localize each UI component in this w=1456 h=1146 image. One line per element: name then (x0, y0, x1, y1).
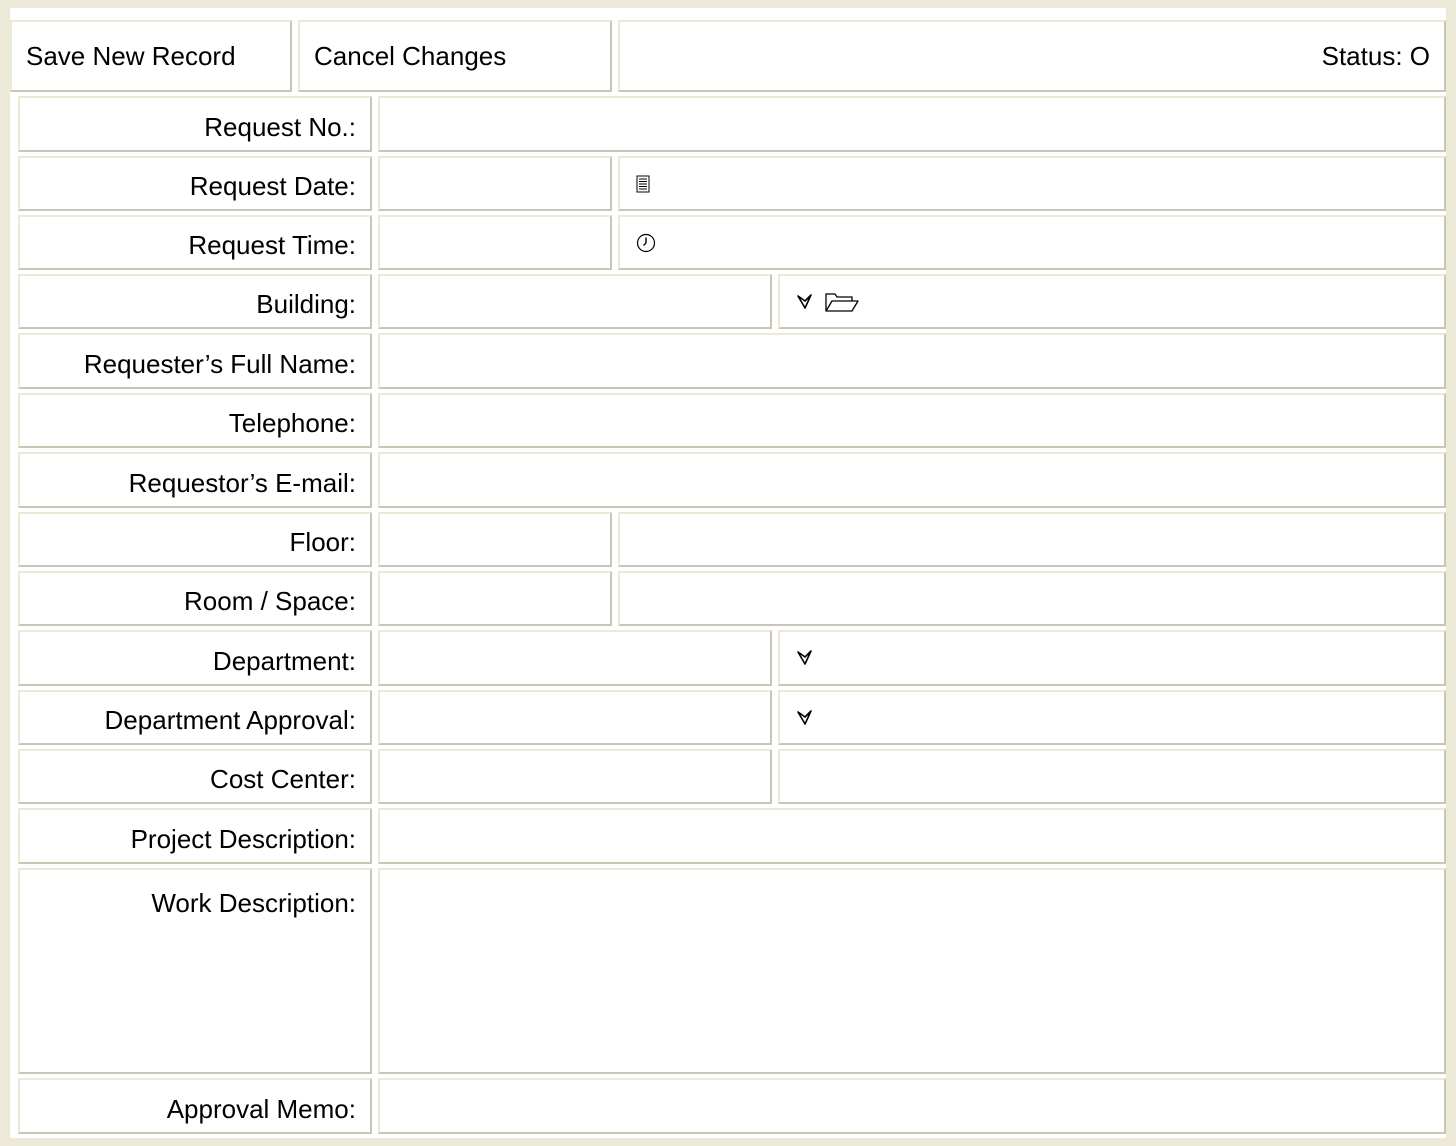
request-no-label: Request No.: (18, 96, 372, 152)
room-description-cell (618, 571, 1446, 626)
building-actions (778, 274, 1446, 329)
requester-name-field[interactable] (380, 335, 1444, 387)
request-time-label: Request Time: (18, 215, 372, 270)
record-form: Save New Record Cancel Changes Status: O… (10, 8, 1446, 1138)
calendar-icon[interactable] (636, 175, 650, 193)
department-approval-actions (778, 690, 1446, 745)
department-approval-label: Department Approval: (18, 690, 372, 745)
telephone-field[interactable] (380, 395, 1444, 446)
project-description-field[interactable] (380, 810, 1444, 862)
request-time-actions (618, 215, 1446, 270)
cost-center-description-cell (778, 749, 1446, 804)
request-date-cell (378, 156, 612, 211)
request-time-field[interactable] (380, 217, 610, 268)
status-indicator: Status: O (618, 20, 1446, 92)
request-date-label: Request Date: (18, 156, 372, 211)
room-cell (378, 571, 612, 626)
department-approval-cell (378, 690, 772, 745)
select-arrow-icon[interactable] (796, 649, 814, 667)
select-arrow-icon[interactable] (796, 709, 814, 727)
cancel-changes-button[interactable]: Cancel Changes (298, 20, 612, 92)
select-arrow-icon[interactable] (796, 293, 814, 311)
approval-memo-field[interactable] (380, 1080, 1444, 1132)
request-time-cell (378, 215, 612, 270)
status-text: Status: O (1321, 40, 1430, 71)
request-no-field[interactable] (380, 98, 1444, 150)
floor-label: Floor: (18, 512, 372, 567)
department-label: Department: (18, 630, 372, 686)
save-new-record-button[interactable]: Save New Record (10, 20, 292, 92)
cost-center-field[interactable] (380, 751, 770, 802)
room-label: Room / Space: (18, 571, 372, 626)
building-cell (378, 274, 772, 329)
project-description-label: Project Description: (18, 808, 372, 864)
project-description-cell (378, 808, 1446, 864)
cost-center-cell (378, 749, 772, 804)
requester-name-cell (378, 333, 1446, 389)
request-date-field[interactable] (380, 158, 610, 209)
telephone-cell (378, 393, 1446, 448)
telephone-label: Telephone: (18, 393, 372, 448)
approval-memo-label: Approval Memo: (18, 1078, 372, 1134)
request-date-actions (618, 156, 1446, 211)
floor-field[interactable] (380, 514, 610, 565)
department-cell (378, 630, 772, 686)
floor-cell (378, 512, 612, 567)
department-actions (778, 630, 1446, 686)
folder-icon[interactable] (824, 291, 860, 313)
department-approval-field[interactable] (380, 692, 770, 743)
department-field[interactable] (380, 632, 770, 684)
email-label: Requestor’s E-mail: (18, 452, 372, 508)
floor-description-cell (618, 512, 1446, 567)
cost-center-label: Cost Center: (18, 749, 372, 804)
work-description-field[interactable] (380, 870, 1444, 1072)
email-cell (378, 452, 1446, 508)
approval-memo-cell (378, 1078, 1446, 1134)
work-description-cell (378, 868, 1446, 1074)
building-label: Building: (18, 274, 372, 329)
requester-name-label: Requester’s Full Name: (18, 333, 372, 389)
building-field[interactable] (380, 276, 770, 327)
request-no-cell (378, 96, 1446, 152)
email-field[interactable] (380, 454, 1444, 506)
clock-icon[interactable] (636, 233, 656, 253)
work-description-label: Work Description: (18, 868, 372, 1074)
room-field[interactable] (380, 573, 610, 624)
